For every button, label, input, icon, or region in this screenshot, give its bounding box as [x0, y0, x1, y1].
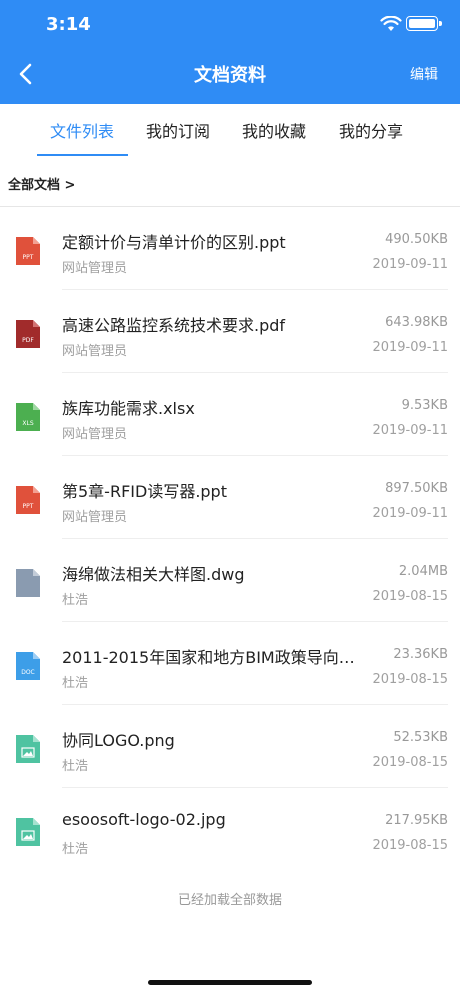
ppt-file-icon: PPT — [16, 237, 40, 265]
file-size: 897.50KB — [385, 481, 448, 496]
file-size: 217.95KB — [385, 813, 448, 828]
file-size: 490.50KB — [385, 232, 448, 247]
file-name: 海绵做法相关大样图.dwg — [62, 565, 245, 584]
list-item[interactable]: PPT 第5章-RFID读写器.ppt 897.50KB 网站管理员 2019-… — [0, 456, 460, 539]
status-bar: 3:14 — [0, 0, 460, 50]
list-item[interactable]: XLS 族库功能需求.xlsx 9.53KB 网站管理员 2019-09-11 — [0, 373, 460, 456]
file-name: 高速公路监控系统技术要求.pdf — [62, 316, 286, 335]
file-owner: 网站管理员 — [62, 510, 128, 525]
list-item[interactable]: PDF 高速公路监控系统技术要求.pdf 643.98KB 网站管理员 2019… — [0, 290, 460, 373]
list-item[interactable]: 海绵做法相关大样图.dwg 2.04MB 杜浩 2019-08-15 — [0, 539, 460, 622]
tab-my-shares[interactable]: 我的分享 — [339, 118, 403, 142]
image-file-icon — [16, 818, 40, 846]
file-name: 2011-2015年国家和地方BIM政策导向… — [62, 648, 355, 667]
battery-icon — [406, 16, 442, 31]
file-owner: 杜浩 — [62, 842, 89, 857]
file-date: 2019-08-15 — [372, 589, 448, 604]
svg-text:PPT: PPT — [23, 254, 34, 261]
image-file-icon — [16, 735, 40, 763]
active-tab-indicator — [37, 154, 128, 156]
back-chevron-icon[interactable] — [12, 60, 40, 88]
list-item[interactable]: PPT 定额计价与清单计价的区别.ppt 490.50KB 网站管理员 2019… — [0, 207, 460, 290]
ppt-file-icon: PPT — [16, 486, 40, 514]
file-date: 2019-09-11 — [372, 506, 448, 521]
breadcrumb[interactable]: 全部文档 > — [8, 174, 75, 193]
pdf-file-icon: PDF — [16, 320, 40, 348]
svg-text:PPT: PPT — [23, 503, 34, 510]
svg-text:PDF: PDF — [22, 337, 34, 344]
file-owner: 杜浩 — [62, 593, 89, 608]
file-name: esoosoft-logo-02.jpg — [62, 810, 226, 829]
status-time: 3:14 — [46, 14, 91, 35]
svg-text:DOC: DOC — [21, 669, 35, 676]
file-date: 2019-08-15 — [372, 838, 448, 853]
tab-file-list[interactable]: 文件列表 — [50, 118, 114, 142]
tab-my-favorites[interactable]: 我的收藏 — [242, 118, 306, 142]
tab-my-subscriptions[interactable]: 我的订阅 — [146, 118, 210, 142]
file-date: 2019-08-15 — [372, 755, 448, 770]
file-owner: 杜浩 — [62, 759, 89, 774]
xls-file-icon: XLS — [16, 403, 40, 431]
file-date: 2019-08-15 — [372, 672, 448, 687]
app-header: 3:14 文档资料 编辑 — [0, 0, 460, 104]
file-date: 2019-09-11 — [372, 257, 448, 272]
file-owner: 网站管理员 — [62, 261, 128, 276]
dwg-file-icon — [16, 569, 40, 597]
list-item[interactable]: 协同LOGO.png 52.53KB 杜浩 2019-08-15 — [0, 705, 460, 788]
file-size: 9.53KB — [401, 398, 448, 413]
home-indicator[interactable] — [148, 980, 312, 985]
tab-bar: 文件列表 我的订阅 我的收藏 我的分享 — [0, 104, 460, 156]
file-date: 2019-09-11 — [372, 340, 448, 355]
file-size: 52.53KB — [393, 730, 448, 745]
page-title: 文档资料 — [194, 65, 266, 86]
file-date: 2019-09-11 — [372, 423, 448, 438]
load-complete-text: 已经加载全部数据 — [177, 893, 282, 908]
file-size: 2.04MB — [398, 564, 448, 579]
file-name: 协同LOGO.png — [62, 731, 175, 750]
file-owner: 杜浩 — [62, 676, 89, 691]
wifi-icon — [380, 16, 402, 31]
file-size: 643.98KB — [385, 315, 448, 330]
file-owner: 网站管理员 — [62, 427, 128, 442]
svg-text:XLS: XLS — [22, 420, 33, 427]
file-size: 23.36KB — [393, 647, 448, 662]
doc-file-icon: DOC — [16, 652, 40, 680]
file-name: 第5章-RFID读写器.ppt — [62, 482, 227, 501]
list-item[interactable]: DOC 2011-2015年国家和地方BIM政策导向… 23.36KB 杜浩 2… — [0, 622, 460, 705]
file-name: 定额计价与清单计价的区别.ppt — [62, 233, 286, 252]
list-item[interactable]: esoosoft-logo-02.jpg 217.95KB 杜浩 2019-08… — [0, 788, 460, 871]
file-name: 族库功能需求.xlsx — [62, 399, 195, 418]
edit-button[interactable]: 编辑 — [410, 64, 438, 84]
file-owner: 网站管理员 — [62, 344, 128, 359]
